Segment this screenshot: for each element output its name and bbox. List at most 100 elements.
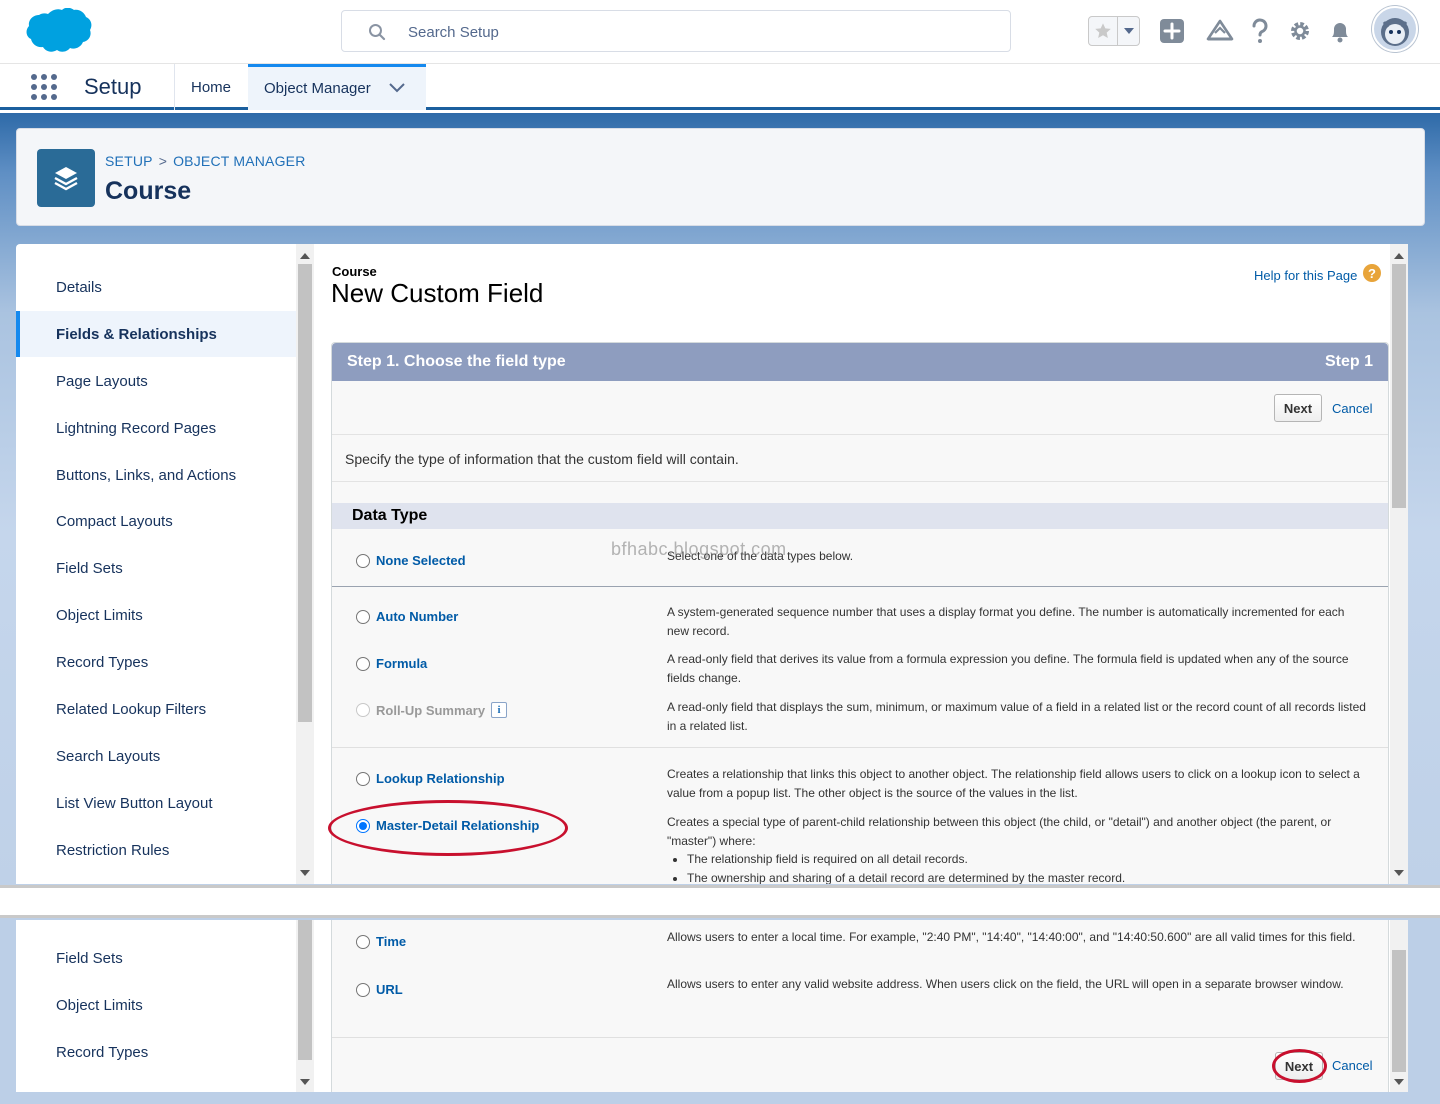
option-label: Roll-Up Summary	[376, 702, 486, 718]
main-scroll-thumb[interactable]	[1392, 264, 1406, 508]
option-url[interactable]: URL	[356, 982, 403, 997]
sidebar-item-label: Buttons, Links, and Actions	[56, 466, 237, 484]
divider	[332, 481, 1388, 482]
option-time[interactable]: Time	[356, 934, 406, 949]
sidebar-item-buttons-links-actions[interactable]: Buttons, Links, and Actions	[16, 452, 296, 498]
main-scrollbar-lower[interactable]	[1390, 920, 1408, 1092]
option-desc-bullets: The relationship field is required on al…	[687, 850, 1367, 884]
trailhead-icon[interactable]	[1204, 14, 1236, 48]
scroll-down-icon[interactable]	[300, 869, 310, 877]
tab-home[interactable]: Home	[174, 64, 248, 110]
main-scrollbar[interactable]	[1390, 244, 1408, 884]
sidebar-scrollbar[interactable]	[296, 244, 314, 884]
sidebar-item-label: Search Layouts	[56, 747, 161, 765]
sidebar-item-label: Lightning Record Pages	[56, 419, 217, 437]
sidebar-item-page-layouts[interactable]: Page Layouts	[16, 358, 296, 404]
sidebar-item-record-types[interactable]: Record Types	[16, 639, 296, 685]
favorites-button-group[interactable]	[1088, 16, 1140, 46]
sidebar-item-record-types[interactable]: Record Types	[16, 1029, 296, 1075]
chevron-down-icon[interactable]	[1117, 17, 1139, 45]
option-formula[interactable]: Formula	[356, 656, 427, 671]
option-label: None Selected	[376, 553, 466, 568]
page-title: New Custom Field	[331, 278, 544, 308]
breadcrumb-object-manager[interactable]: OBJECT MANAGER	[173, 153, 305, 169]
sidebar-item-fields-relationships[interactable]: Fields & Relationships	[16, 311, 296, 357]
sidebar-item-label: Page Layouts	[56, 372, 148, 390]
scroll-down-icon[interactable]	[300, 1078, 310, 1086]
salesforce-cloud-logo[interactable]	[18, 8, 92, 56]
scroll-up-icon[interactable]	[1394, 252, 1404, 260]
scroll-up-icon[interactable]	[300, 252, 310, 260]
cancel-link-bottom[interactable]: Cancel	[1332, 1058, 1372, 1073]
radio-none-selected[interactable]	[356, 553, 370, 568]
next-button[interactable]: Next	[1274, 394, 1322, 422]
data-type-heading: Data Type	[332, 503, 1388, 529]
radio-time[interactable]	[356, 934, 370, 949]
step-header: Step 1. Choose the field type Step 1	[332, 343, 1388, 381]
sidebar-scroll-thumb[interactable]	[298, 264, 312, 722]
sidebar-item-compact-layouts[interactable]: Compact Layouts	[16, 498, 296, 544]
main-panel: Course New Custom Field Help for this Pa…	[316, 244, 1408, 884]
step-title: Step 1. Choose the field type	[347, 353, 566, 370]
sidebar-item-list-view-button-layout[interactable]: List View Button Layout	[16, 780, 296, 826]
option-none-selected[interactable]: None Selected	[356, 553, 466, 568]
radio-auto-number[interactable]	[356, 609, 370, 624]
gear-icon[interactable]	[1284, 14, 1316, 48]
sidebar-item-object-limits[interactable]: Object Limits	[16, 592, 296, 638]
global-search[interactable]	[341, 10, 1011, 52]
divider	[332, 1037, 1388, 1038]
sidebar-item-label: Object Limits	[56, 606, 143, 624]
bell-icon[interactable]	[1324, 14, 1356, 48]
scroll-down-icon[interactable]	[1394, 1078, 1404, 1086]
sidebar-item-label: Compact Layouts	[56, 512, 173, 530]
top-button-row: Next Cancel	[332, 381, 1388, 435]
radio-lookup-relationship[interactable]	[356, 771, 370, 786]
main-scroll-thumb[interactable]	[1392, 950, 1406, 1072]
tab-object-manager-label: Object Manager	[264, 80, 371, 97]
search-input[interactable]	[408, 20, 968, 44]
page-kicker: Course	[332, 264, 377, 279]
option-lookup-relationship[interactable]: Lookup Relationship	[356, 771, 505, 786]
search-icon	[369, 24, 386, 41]
sidebar-item-field-sets[interactable]: Field Sets	[16, 935, 296, 981]
option-label: Lookup Relationship	[376, 771, 505, 786]
divider	[332, 586, 1388, 587]
radio-url[interactable]	[356, 982, 370, 997]
object-sidebar-lower: Field Sets Object Limits Record Types	[16, 920, 316, 1092]
screenshot-cut-gap	[0, 885, 1440, 918]
help-icon[interactable]	[1244, 14, 1276, 48]
chevron-down-icon[interactable]	[388, 81, 406, 95]
app-name: Setup	[84, 74, 142, 99]
sidebar-item-related-lookup-filters[interactable]: Related Lookup Filters	[16, 686, 296, 732]
breadcrumb-separator: >	[158, 153, 168, 169]
star-icon[interactable]	[1089, 17, 1117, 45]
sidebar-item-lightning-record-pages[interactable]: Lightning Record Pages	[16, 405, 296, 451]
app-launcher-icon[interactable]	[30, 73, 58, 101]
instruction-text: Specify the type of information that the…	[345, 451, 739, 467]
radio-formula[interactable]	[356, 656, 370, 671]
sidebar-scroll-thumb[interactable]	[298, 920, 312, 1060]
tab-object-manager[interactable]: Object Manager	[248, 64, 426, 110]
info-icon[interactable]: i	[491, 702, 508, 718]
object-header: SETUP > OBJECT MANAGER Course	[16, 128, 1425, 226]
sidebar-scrollbar[interactable]	[296, 920, 314, 1092]
scroll-down-icon[interactable]	[1394, 869, 1404, 877]
sidebar-item-search-layouts[interactable]: Search Layouts	[16, 733, 296, 779]
option-auto-number[interactable]: Auto Number	[356, 609, 458, 624]
option-label: Time	[376, 934, 407, 949]
sidebar-item-restriction-rules[interactable]: Restriction Rules	[16, 827, 296, 873]
app-nav-bar: Setup Home Object Manager	[0, 64, 1440, 110]
plus-icon[interactable]	[1156, 14, 1188, 48]
cancel-link[interactable]: Cancel	[1332, 401, 1372, 416]
breadcrumb-setup[interactable]: SETUP	[105, 153, 153, 169]
help-question-icon[interactable]: ?	[1363, 264, 1381, 282]
sidebar-item-object-limits[interactable]: Object Limits	[16, 982, 296, 1028]
avatar[interactable]	[1372, 6, 1418, 52]
sidebar-item-label: Related Lookup Filters	[56, 700, 207, 718]
tab-home-label: Home	[190, 78, 231, 96]
help-link[interactable]: Help for this Page	[1254, 268, 1357, 283]
sidebar-item-field-sets[interactable]: Field Sets	[16, 545, 296, 591]
option-desc: A read-only field that displays the sum,…	[667, 700, 1366, 733]
sidebar-item-label: Fields & Relationships	[56, 325, 217, 343]
sidebar-item-details[interactable]: Details	[16, 264, 296, 310]
